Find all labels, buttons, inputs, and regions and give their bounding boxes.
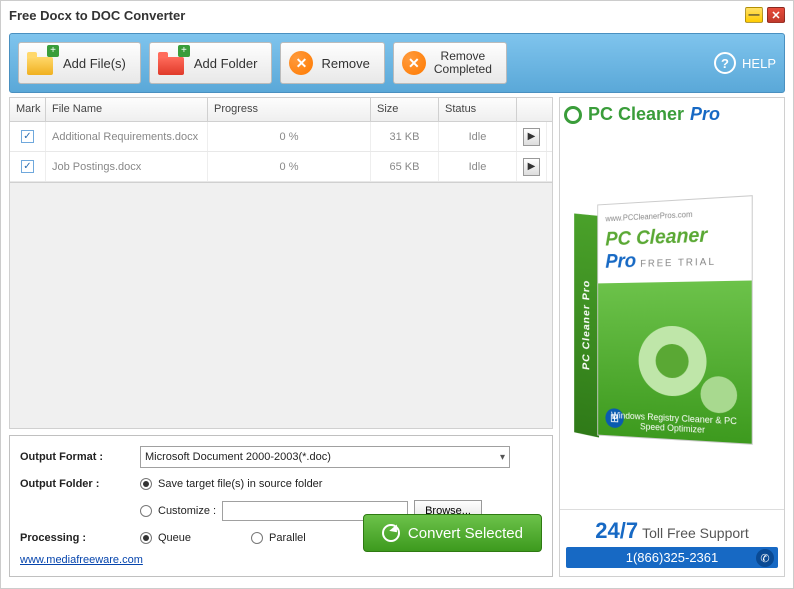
box-side: PC Cleaner Pro xyxy=(574,213,599,437)
remove-button[interactable]: ✕ Remove xyxy=(280,42,384,84)
remove-icon: ✕ xyxy=(289,51,313,75)
box-front: www.PCCleanerPros.com PC Cleaner Pro FRE… xyxy=(597,195,752,445)
radio-icon xyxy=(140,532,152,544)
col-size[interactable]: Size xyxy=(371,98,439,121)
file-table: Mark File Name Progress Size Status ✓ Ad… xyxy=(9,97,553,183)
processing-label: Processing : xyxy=(20,532,140,544)
add-files-button[interactable]: + Add File(s) xyxy=(18,42,141,84)
cell-size: 31 KB xyxy=(371,122,439,151)
chevron-down-icon: ▾ xyxy=(500,452,505,463)
ad-logo-icon xyxy=(564,106,582,124)
col-mark[interactable]: Mark xyxy=(10,98,46,121)
cell-status: Idle xyxy=(439,152,517,181)
row-play-button[interactable]: ▶ xyxy=(523,158,540,176)
customize-radio[interactable]: Customize : xyxy=(140,505,216,517)
folder-red-icon: + xyxy=(158,51,186,75)
save-source-radio[interactable]: Save target file(s) in source folder xyxy=(140,478,322,490)
ad-toll: Toll Free Support xyxy=(642,525,749,541)
remove-completed-label: Remove Completed xyxy=(434,50,492,76)
remove-label: Remove xyxy=(321,56,369,71)
cell-progress: 0 % xyxy=(208,152,371,181)
help-label: HELP xyxy=(742,56,776,71)
row-checkbox[interactable]: ✓ xyxy=(21,130,34,143)
output-format-value: Microsoft Document 2000-2003(*.doc) xyxy=(145,451,331,463)
output-format-select[interactable]: Microsoft Document 2000-2003(*.doc) ▾ xyxy=(140,446,510,468)
phone-icon: ✆ xyxy=(756,549,774,567)
radio-icon xyxy=(140,505,152,517)
col-status[interactable]: Status xyxy=(439,98,517,121)
parallel-label: Parallel xyxy=(269,532,306,544)
ad-247: 24/7 xyxy=(595,518,638,543)
add-files-label: Add File(s) xyxy=(63,56,126,71)
output-folder-label: Output Folder : xyxy=(20,478,140,490)
table-row[interactable]: ✓ Job Postings.docx 0 % 65 KB Idle ▶ xyxy=(10,152,552,182)
toolbar: + Add File(s) + Add Folder ✕ Remove ✕ Re… xyxy=(9,33,785,93)
ad-subtitle: Windows Registry Cleaner & PC Speed Opti… xyxy=(598,410,752,438)
close-button[interactable]: ✕ xyxy=(767,7,785,23)
row-checkbox[interactable]: ✓ xyxy=(21,160,34,173)
convert-icon xyxy=(382,524,400,542)
ad-box-image: PC Cleaner Pro www.PCCleanerPros.com PC … xyxy=(560,131,784,509)
options-panel: Output Format : Microsoft Document 2000-… xyxy=(9,435,553,577)
ad-phone-bar: 1(866)325-2361 ✆ xyxy=(566,547,778,568)
cell-status: Idle xyxy=(439,122,517,151)
row-play-button[interactable]: ▶ xyxy=(523,128,540,146)
remove-completed-button[interactable]: ✕ Remove Completed xyxy=(393,42,507,84)
titlebar: Free Docx to DOC Converter — ✕ xyxy=(1,1,793,29)
help-button[interactable]: ? HELP xyxy=(714,52,776,74)
ad-header: PC Cleaner Pro xyxy=(560,98,784,131)
add-folder-button[interactable]: + Add Folder xyxy=(149,42,273,84)
remove-completed-icon: ✕ xyxy=(402,51,426,75)
output-format-label: Output Format : xyxy=(20,451,140,463)
cell-filename: Job Postings.docx xyxy=(46,152,208,181)
save-source-label: Save target file(s) in source folder xyxy=(158,478,322,490)
queue-label: Queue xyxy=(158,532,191,544)
footer-link[interactable]: www.mediafreeware.com xyxy=(20,554,143,566)
folder-yellow-icon: + xyxy=(27,51,55,75)
ad-phone: 1(866)325-2361 xyxy=(626,550,719,565)
radio-icon xyxy=(251,532,263,544)
table-header: Mark File Name Progress Size Status xyxy=(10,98,552,122)
gear-icon xyxy=(639,325,707,396)
ad-url: www.PCCleanerPros.com xyxy=(605,207,743,223)
cell-filename: Additional Requirements.docx xyxy=(46,122,208,151)
table-empty-area xyxy=(9,183,553,429)
add-folder-label: Add Folder xyxy=(194,56,258,71)
window-controls: — ✕ xyxy=(745,7,785,23)
col-progress[interactable]: Progress xyxy=(208,98,371,121)
col-action xyxy=(517,98,547,121)
customize-label: Customize : xyxy=(158,505,216,517)
minimize-button[interactable]: — xyxy=(745,7,763,23)
cell-size: 65 KB xyxy=(371,152,439,181)
gear-small-icon xyxy=(701,376,738,414)
convert-selected-button[interactable]: Convert Selected xyxy=(363,514,542,552)
ad-panel[interactable]: PC Cleaner Pro PC Cleaner Pro www.PCClea… xyxy=(559,97,785,577)
ad-brand2: Pro xyxy=(690,104,720,125)
radio-icon xyxy=(140,478,152,490)
help-icon: ? xyxy=(714,52,736,74)
queue-radio[interactable]: Queue xyxy=(140,532,191,544)
ad-support: 24/7Toll Free Support 1(866)325-2361 ✆ xyxy=(560,509,784,576)
ad-brand1: PC Cleaner xyxy=(588,104,684,125)
cell-progress: 0 % xyxy=(208,122,371,151)
window-title: Free Docx to DOC Converter xyxy=(9,8,745,23)
parallel-radio[interactable]: Parallel xyxy=(251,532,306,544)
table-row[interactable]: ✓ Additional Requirements.docx 0 % 31 KB… xyxy=(10,122,552,152)
col-filename[interactable]: File Name xyxy=(46,98,208,121)
convert-label: Convert Selected xyxy=(408,525,523,542)
